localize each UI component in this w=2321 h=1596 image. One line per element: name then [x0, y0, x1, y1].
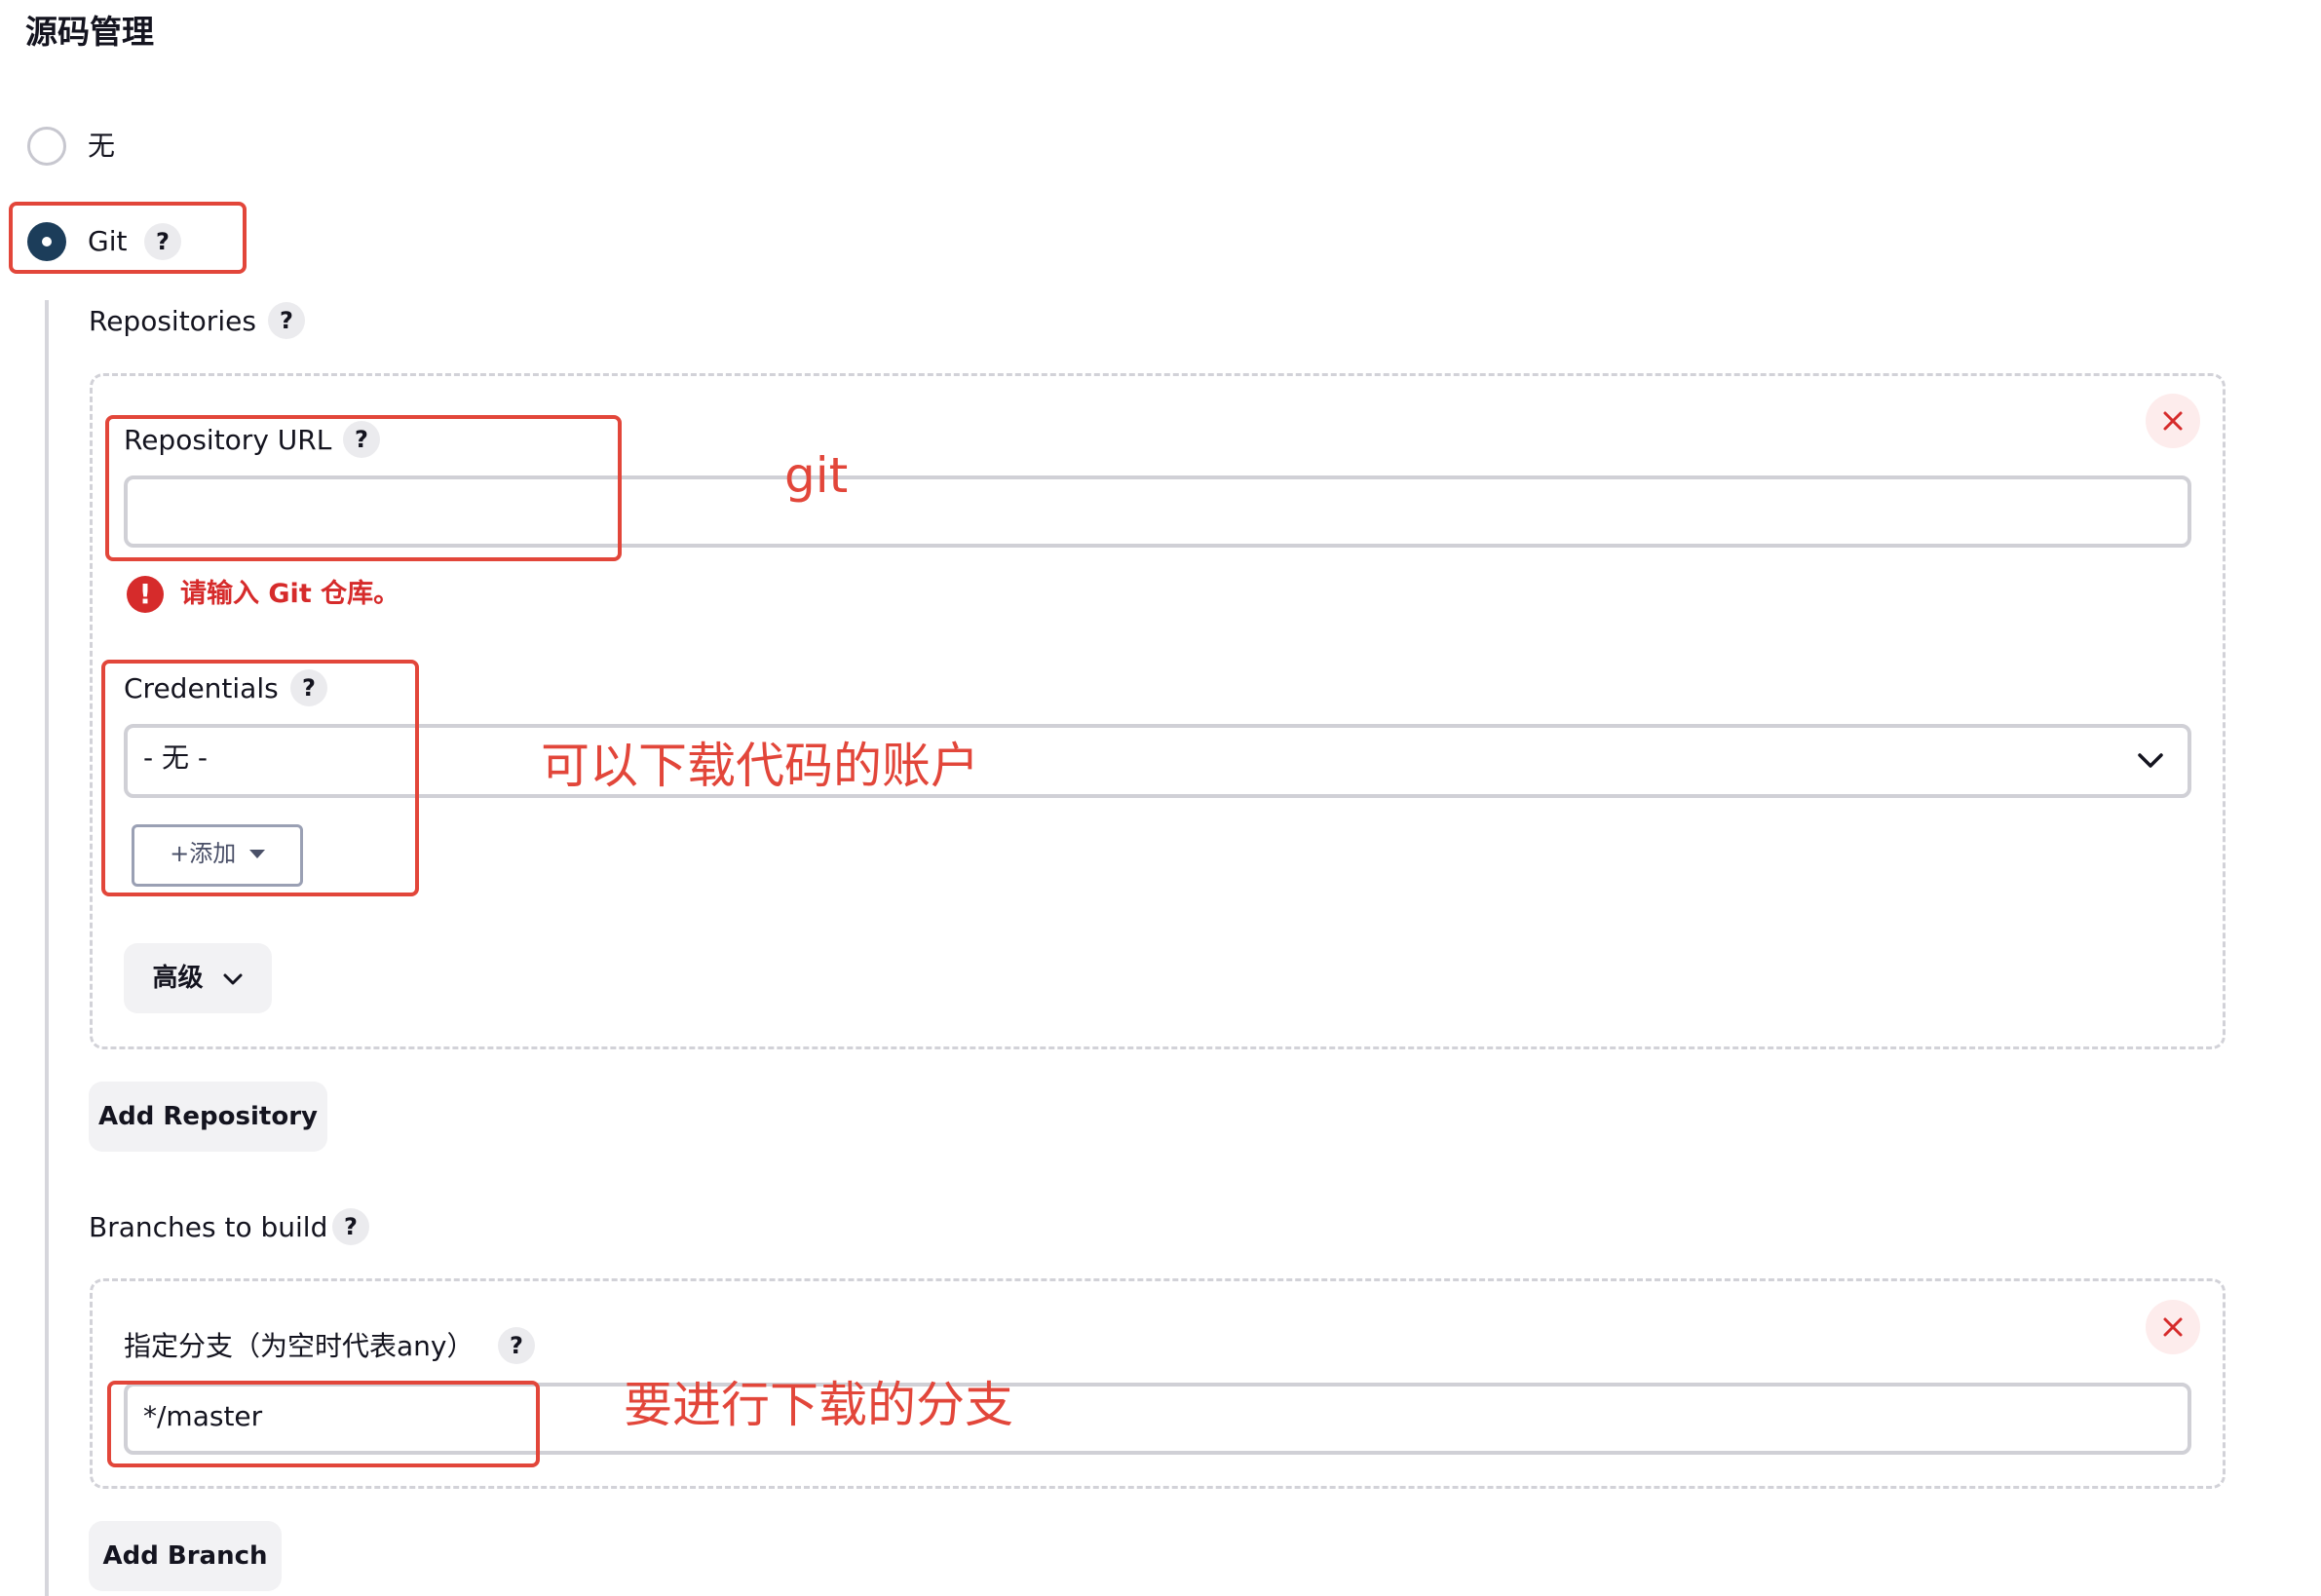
help-icon[interactable]: ?	[343, 421, 380, 458]
chevron-down-icon	[2138, 753, 2163, 768]
help-icon[interactable]: ?	[268, 302, 305, 339]
repository-url-input[interactable]	[124, 475, 2191, 548]
repository-url-error: 请输入 Git 仓库。	[180, 579, 400, 609]
branch-specifier-label: 指定分支（为空时代表any）	[124, 1330, 475, 1362]
close-icon	[2163, 411, 2183, 431]
credentials-select[interactable]: - 无 -	[124, 724, 2191, 798]
page-title: 源码管理	[25, 13, 154, 51]
help-icon[interactable]: ?	[332, 1208, 369, 1245]
close-icon	[2163, 1317, 2183, 1337]
caret-down-icon	[248, 850, 265, 858]
plus-icon: +	[170, 840, 190, 867]
add-credentials-button[interactable]: +添加	[132, 824, 303, 887]
repositories-label: Repositories	[89, 305, 256, 337]
branches-label: Branches to build	[89, 1211, 328, 1243]
radio-none[interactable]	[27, 127, 66, 166]
annotation-note-git: git	[784, 447, 849, 504]
add-credentials-label: 添加	[189, 840, 237, 867]
annotation-note-branch: 要进行下载的分支	[624, 1377, 1013, 1433]
radio-none-label[interactable]: 无	[88, 127, 115, 166]
branch-specifier-input[interactable]: */master	[124, 1383, 2191, 1455]
add-repository-button[interactable]: Add Repository	[89, 1082, 327, 1152]
credentials-label: Credentials	[124, 672, 279, 704]
radio-git-label[interactable]: Git	[88, 222, 127, 261]
radio-git[interactable]	[27, 222, 66, 261]
help-icon[interactable]: ?	[144, 223, 181, 260]
error-icon: !	[127, 576, 164, 613]
credentials-selected-value: - 无 -	[143, 741, 209, 774]
remove-repository-button[interactable]	[2146, 394, 2200, 448]
remove-branch-button[interactable]	[2146, 1300, 2200, 1354]
advanced-label: 高级	[152, 964, 204, 993]
chevron-down-icon	[223, 973, 243, 985]
advanced-button[interactable]: 高级	[124, 943, 272, 1013]
help-icon[interactable]: ?	[498, 1327, 535, 1364]
add-branch-button[interactable]: Add Branch	[89, 1521, 282, 1591]
repository-url-label: Repository URL	[124, 424, 332, 456]
help-icon[interactable]: ?	[290, 669, 327, 706]
annotation-note-credentials: 可以下载代码的账户	[541, 738, 979, 794]
section-indent-line	[45, 300, 49, 1596]
